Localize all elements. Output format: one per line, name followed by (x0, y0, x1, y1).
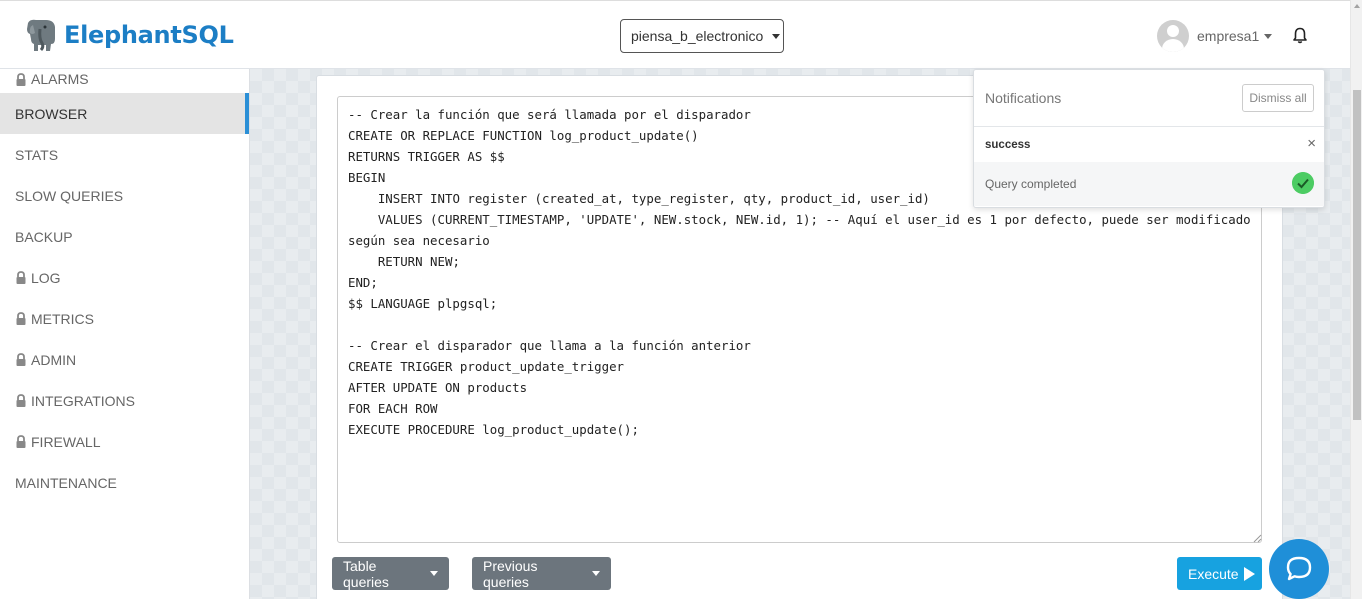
sidebar-item-alarms[interactable]: ALARMS (0, 65, 249, 93)
sidebar-item-label: INTEGRATIONS (31, 392, 135, 409)
sidebar-item-label: BACKUP (15, 228, 73, 245)
notification-item: Query completed (974, 162, 1324, 206)
notification-type: success (985, 138, 1031, 151)
sidebar-item-label: ALARMS (31, 71, 89, 87)
logo[interactable]: ElephantSQL (24, 17, 234, 53)
sidebar-item-label: ADMIN (31, 351, 77, 368)
chat-bubble-icon (1286, 556, 1312, 581)
sidebar-item-label: SLOW QUERIES (15, 187, 124, 204)
lock-icon (15, 394, 27, 407)
user-menu[interactable]: empresa1 (1157, 20, 1273, 52)
sidebar-item-backup[interactable]: BACKUP (0, 216, 249, 257)
lock-icon (15, 435, 27, 448)
sidebar-item-label: FIREWALL (31, 433, 101, 450)
sidebar-item-admin[interactable]: ADMIN (0, 339, 249, 380)
play-icon (1243, 566, 1255, 581)
close-icon[interactable]: × (1307, 136, 1316, 151)
chevron-down-icon (592, 571, 600, 576)
sidebar-item-label: MAINTENANCE (15, 474, 117, 491)
notifications-header: Notifications Dismiss all (974, 70, 1324, 127)
sidebar-item-slow-queries[interactable]: SLOW QUERIES (0, 175, 249, 216)
sidebar-item-label: STATS (15, 146, 59, 163)
table-queries-label: Table queries (343, 557, 389, 590)
sidebar-item-metrics[interactable]: METRICS (0, 298, 249, 339)
notification-item-header: success × (974, 127, 1324, 162)
bell-icon[interactable] (1292, 27, 1308, 44)
execute-label: Execute (1188, 565, 1239, 582)
sidebar: ALARMS BROWSER STATS SLOW QUERIES BACKUP… (0, 69, 250, 599)
resize-handle-icon[interactable] (1253, 534, 1262, 543)
page-scrollbar[interactable] (1350, 0, 1362, 599)
database-select-value: piensa_b_electronico (631, 28, 764, 44)
user-name: empresa1 (1197, 28, 1260, 44)
sidebar-item-firewall[interactable]: FIREWALL (0, 421, 249, 462)
chevron-down-icon (430, 571, 438, 576)
chevron-down-icon (1264, 33, 1273, 39)
notifications-panel: Notifications Dismiss all success × Quer… (973, 69, 1325, 208)
avatar (1157, 20, 1189, 52)
sidebar-item-log[interactable]: LOG (0, 257, 249, 298)
chevron-down-icon (772, 33, 781, 39)
notification-message: Query completed (985, 177, 1077, 191)
execute-button[interactable]: Execute (1177, 557, 1262, 590)
sidebar-item-browser[interactable]: BROWSER (0, 93, 249, 134)
previous-queries-button[interactable]: Previous queries (472, 557, 611, 590)
previous-queries-label: Previous queries (483, 557, 538, 590)
sidebar-item-label: BROWSER (15, 105, 88, 122)
elephant-logo-icon (27, 19, 55, 52)
sidebar-item-integrations[interactable]: INTEGRATIONS (0, 380, 249, 421)
table-queries-button[interactable]: Table queries (332, 557, 449, 590)
lock-icon (15, 72, 27, 86)
scrollbar-thumb[interactable] (1353, 90, 1361, 420)
lock-icon (15, 271, 27, 284)
sidebar-item-stats[interactable]: STATS (0, 134, 249, 175)
brand-name: ElephantSQL (64, 21, 234, 49)
lock-icon (15, 312, 27, 325)
sidebar-item-label: METRICS (31, 310, 94, 327)
dismiss-all-button[interactable]: Dismiss all (1242, 84, 1314, 112)
notifications-title: Notifications (985, 90, 1062, 106)
check-circle-icon (1292, 172, 1314, 194)
top-navbar: ElephantSQL piensa_b_electronico empresa… (0, 0, 1350, 69)
lock-icon (15, 353, 27, 366)
database-select[interactable]: piensa_b_electronico (620, 19, 784, 53)
sidebar-item-label: LOG (31, 269, 61, 286)
chat-widget-button[interactable] (1269, 539, 1329, 599)
scroll-up-icon[interactable] (1354, 4, 1360, 8)
sidebar-item-maintenance[interactable]: MAINTENANCE (0, 462, 249, 503)
